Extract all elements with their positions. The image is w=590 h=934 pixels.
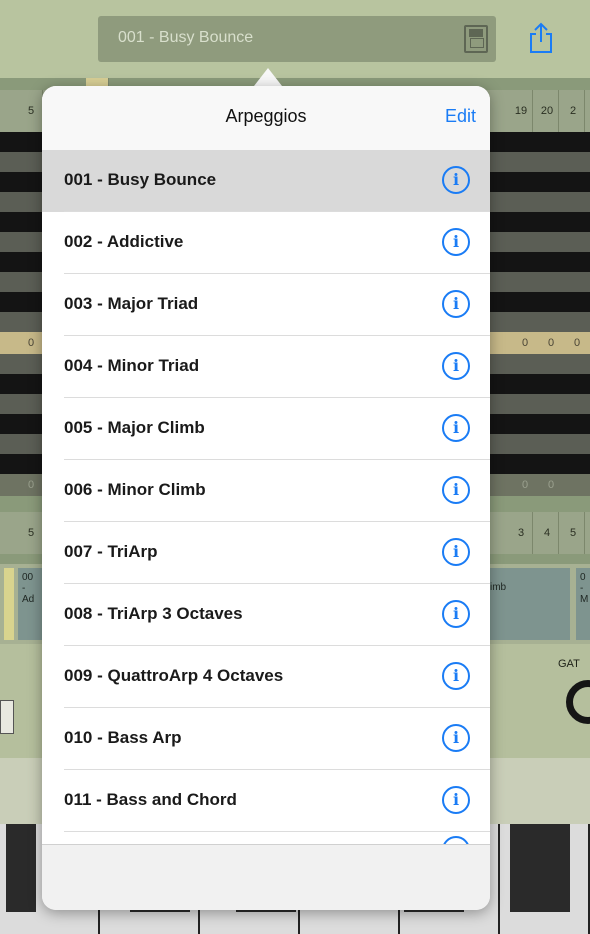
- info-icon[interactable]: i: [442, 662, 470, 690]
- edit-button[interactable]: Edit: [445, 106, 476, 127]
- step-number: 5: [20, 90, 43, 132]
- bank-tile-name: imb: [490, 582, 507, 593]
- list-item[interactable]: 010 - Bass Arp i: [42, 708, 490, 770]
- bank-tile[interactable]: 0 - M: [576, 568, 590, 640]
- list-item-label: 010 - Bass Arp: [64, 728, 182, 747]
- list-item-label: 006 - Minor Climb: [64, 480, 206, 499]
- popover-footer-toolbar: [42, 844, 490, 910]
- list-item-label: 007 - TriArp: [64, 542, 158, 561]
- popover-header: Arpeggios Edit: [42, 86, 490, 151]
- list-item[interactable]: 001 - Busy Bounce i: [42, 150, 490, 212]
- info-icon[interactable]: [442, 836, 470, 844]
- info-icon[interactable]: i: [442, 414, 470, 442]
- list-item[interactable]: 007 - TriArp i: [42, 522, 490, 584]
- info-icon[interactable]: i: [442, 600, 470, 628]
- bank-tile[interactable]: imb: [486, 568, 570, 640]
- gate-knob[interactable]: [566, 680, 590, 724]
- bank-tile-dash: -: [580, 583, 584, 594]
- velocity-value: 0: [573, 337, 581, 349]
- step-length: 3: [510, 512, 533, 554]
- bank-tile-name: M: [580, 594, 589, 605]
- step-number: 19: [510, 90, 533, 132]
- list-item[interactable]: 006 - Minor Climb i: [42, 460, 490, 522]
- info-icon[interactable]: i: [442, 476, 470, 504]
- list-item[interactable]: 009 - QuattroArp 4 Octaves i: [42, 646, 490, 708]
- arpeggios-popover: Arpeggios Edit 001 - Busy Bounce i 002 -…: [42, 86, 490, 910]
- step-length: 5: [562, 512, 585, 554]
- arpeggio-list[interactable]: 001 - Busy Bounce i 002 - Addictive i 00…: [42, 150, 490, 844]
- octave-value: 0: [547, 479, 555, 491]
- list-item-label: 001 - Busy Bounce: [64, 170, 217, 189]
- octave-value: 0: [27, 479, 35, 491]
- list-item-partial[interactable]: [42, 832, 490, 844]
- list-item-label: 011 - Bass and Chord: [64, 790, 237, 809]
- list-item[interactable]: 003 - Major Triad i: [42, 274, 490, 336]
- velocity-value: 0: [521, 337, 529, 349]
- piano-black-key[interactable]: [6, 824, 36, 912]
- popover-arrow: [254, 68, 282, 86]
- list-item[interactable]: 011 - Bass and Chord i: [42, 770, 490, 832]
- info-icon[interactable]: i: [442, 724, 470, 752]
- velocity-value: 0: [27, 337, 35, 349]
- bank-tile-number: 0: [580, 572, 586, 583]
- info-icon[interactable]: i: [442, 352, 470, 380]
- list-item-label: 002 - Addictive: [64, 232, 184, 251]
- step-number: 20: [536, 90, 559, 132]
- list-item[interactable]: 005 - Major Climb i: [42, 398, 490, 460]
- info-icon[interactable]: i: [442, 166, 470, 194]
- top-toolbar: 001 - Busy Bounce: [0, 0, 590, 78]
- step-highlight: [86, 78, 109, 86]
- step-length: 5: [20, 512, 43, 554]
- bank-tile-accent[interactable]: [4, 568, 14, 640]
- list-item-label: 005 - Major Climb: [64, 418, 205, 437]
- list-item-label: 003 - Major Triad: [64, 294, 199, 313]
- piano-black-key[interactable]: [510, 824, 570, 912]
- list-item-label: 009 - QuattroArp 4 Octaves: [64, 666, 284, 685]
- info-icon[interactable]: i: [442, 538, 470, 566]
- info-icon[interactable]: i: [442, 228, 470, 256]
- list-item[interactable]: 002 - Addictive i: [42, 212, 490, 274]
- step-number: 2: [562, 90, 585, 132]
- velocity-value: 0: [547, 337, 555, 349]
- info-icon[interactable]: i: [442, 290, 470, 318]
- preset-name-label: 001 - Busy Bounce: [118, 29, 254, 46]
- gate-label: GAT: [558, 658, 580, 670]
- step-length: 4: [536, 512, 559, 554]
- preset-name-field[interactable]: 001 - Busy Bounce: [98, 16, 496, 62]
- list-item[interactable]: 004 - Minor Triad i: [42, 336, 490, 398]
- list-item-label: 004 - Minor Triad: [64, 356, 200, 375]
- popover-title: Arpeggios: [225, 106, 307, 126]
- info-icon[interactable]: i: [442, 786, 470, 814]
- list-item[interactable]: 008 - TriArp 3 Octaves i: [42, 584, 490, 646]
- share-icon[interactable]: [528, 22, 554, 54]
- save-icon[interactable]: [464, 25, 488, 53]
- list-item-label: 008 - TriArp 3 Octaves: [64, 604, 243, 623]
- side-toggle[interactable]: [0, 700, 14, 734]
- octave-value: 0: [521, 479, 529, 491]
